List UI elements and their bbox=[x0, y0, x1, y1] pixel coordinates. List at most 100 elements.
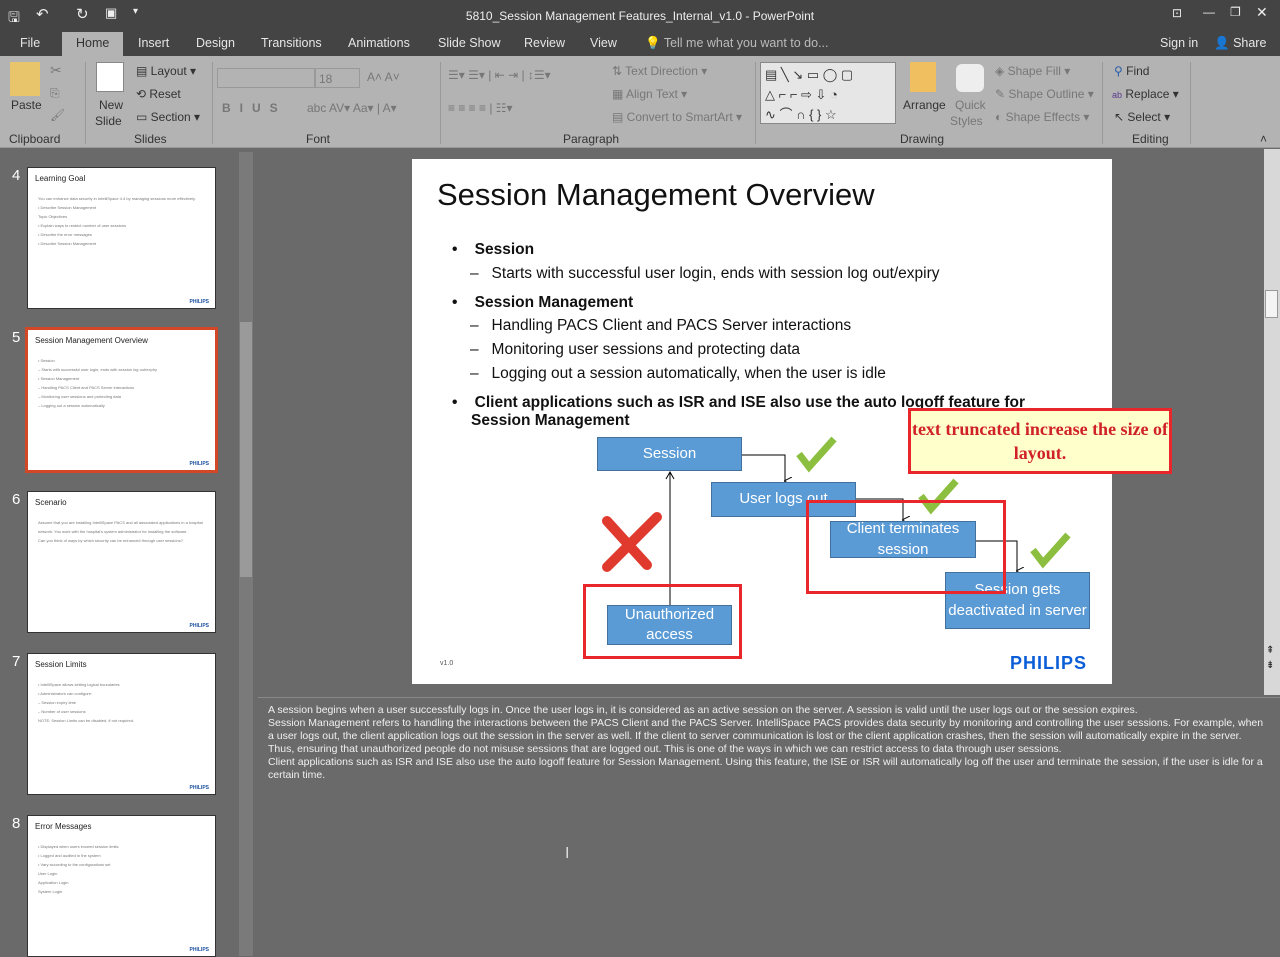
thumbnail-scroll-thumb[interactable] bbox=[240, 322, 252, 577]
thumbnail-text: • IntelliSpace allows setting logical bo… bbox=[38, 682, 120, 687]
new-slide-icon bbox=[96, 62, 124, 92]
close-icon[interactable]: ✕ bbox=[1256, 4, 1268, 21]
text-direction-label: Text Direction bbox=[625, 64, 698, 78]
layout-button[interactable]: ▤ Layout ▾ bbox=[136, 64, 196, 78]
share-label: Share bbox=[1233, 36, 1267, 50]
tab-home[interactable]: Home bbox=[62, 32, 124, 56]
ribbon-display-icon[interactable]: ⊡ bbox=[1172, 6, 1182, 20]
notes-paragraph: Session Management refers to handling th… bbox=[268, 717, 1264, 755]
find-button[interactable]: ⚲ Find bbox=[1114, 64, 1149, 78]
group-label-drawing: Drawing bbox=[900, 132, 945, 146]
text-direction-button[interactable]: ⇅ Text Direction ▾ bbox=[612, 64, 707, 78]
thumbnail-text: • Administrators can configure: bbox=[38, 691, 93, 696]
sign-in-link[interactable]: Sign in bbox=[1160, 36, 1198, 50]
reset-button[interactable]: ⟲ Reset bbox=[136, 87, 181, 101]
thumbnail-text: – Starts with successful user login, end… bbox=[38, 367, 157, 372]
cut-icon[interactable]: ✂ bbox=[50, 62, 62, 79]
slide-thumbnail-8[interactable]: Error Messages • Displayed when users exc… bbox=[27, 815, 216, 957]
ribbon-home: Paste ✂ ⎘ 🖌 New Slide ▤ Layout ▾ ⟲ Reset… bbox=[0, 56, 1280, 148]
philips-logo: PHILIPS bbox=[1010, 653, 1088, 673]
thumbnail-logo: PHILIPS bbox=[189, 623, 209, 629]
slide-thumbnail-4[interactable]: Learning Goal You can enhance data securi… bbox=[27, 167, 216, 309]
current-slide[interactable]: Session Management Overview • Session – … bbox=[412, 159, 1172, 684]
thumbnail-title: Session Limits bbox=[35, 660, 87, 669]
slide-number: 6 bbox=[12, 491, 21, 508]
thumbnail-logo: PHILIPS bbox=[189, 947, 209, 953]
tab-file[interactable]: File bbox=[20, 36, 40, 50]
replace-icon: ab bbox=[1112, 90, 1123, 100]
new-slide-button[interactable]: New bbox=[99, 98, 123, 112]
thumbnail-title: Error Messages bbox=[35, 822, 92, 831]
slide-number: 7 bbox=[12, 653, 21, 670]
thumbnail-text: Application Login bbox=[38, 880, 69, 885]
tab-animations[interactable]: Animations bbox=[348, 36, 410, 50]
font-grow-shrink-icons[interactable]: A˄ A˅ bbox=[367, 70, 400, 84]
tab-insert[interactable]: Insert bbox=[138, 36, 169, 50]
check-icon bbox=[796, 436, 837, 473]
thumbnail-text: System Login bbox=[38, 889, 63, 894]
copy-icon[interactable]: ⎘ bbox=[50, 86, 60, 101]
notes-paragraph: Client applications such as ISR and ISE … bbox=[268, 756, 1263, 781]
shape-fill-button[interactable]: ◈ Shape Fill ▾ bbox=[995, 64, 1070, 78]
check-icon bbox=[1030, 532, 1071, 569]
paste-button[interactable]: Paste bbox=[11, 98, 42, 112]
slide-thumbnail-7[interactable]: Session Limits • IntelliSpace allows sett… bbox=[27, 653, 216, 795]
thumbnail-text: • Describe Session Management bbox=[38, 205, 97, 210]
thumbnail-text: User Login bbox=[38, 871, 58, 876]
prev-slide-icon[interactable]: ⇞ bbox=[1266, 645, 1274, 656]
tab-design[interactable]: Design bbox=[196, 36, 235, 50]
thumbnail-text: – Handling PACS Client and PACS Server i… bbox=[38, 385, 135, 390]
replace-button[interactable]: ab Replace ▾ bbox=[1112, 87, 1179, 101]
box-session[interactable]: Session bbox=[597, 437, 742, 471]
slide-scrollbar[interactable] bbox=[1264, 149, 1280, 695]
shape-outline-button[interactable]: ✎ Shape Outline ▾ bbox=[995, 87, 1094, 101]
align-buttons[interactable]: ≡ ≡ ≡ ≡ | ☷▾ bbox=[448, 101, 513, 115]
align-text-button[interactable]: ▦ Align Text ▾ bbox=[612, 87, 687, 101]
select-button[interactable]: ↖ Select ▾ bbox=[1114, 110, 1170, 124]
tab-slide-show[interactable]: Slide Show bbox=[438, 36, 501, 50]
thumbnail-title: Scenario bbox=[35, 498, 67, 507]
slide-scroll-thumb[interactable] bbox=[1265, 290, 1278, 318]
arrange-button[interactable]: Arrange bbox=[903, 98, 946, 112]
next-slide-icon[interactable]: ⇟ bbox=[1266, 660, 1274, 671]
tell-me-search[interactable]: 💡 Tell me what you want to do... bbox=[645, 36, 829, 51]
annotation-callout: text truncated increase the size of layo… bbox=[908, 408, 1172, 474]
quick-styles-label[interactable]: Styles bbox=[950, 114, 983, 128]
shapes-gallery[interactable]: ▤ ╲ ↘ ▭ ◯ ▢ △ ⌐ ⌐ ⇨ ⇩ ◔ ∿ ⌒ ∩ { } ☆ bbox=[760, 62, 896, 124]
cursor-icon: ↖ bbox=[1114, 110, 1125, 124]
layout-label: Layout bbox=[150, 64, 187, 78]
tab-transitions[interactable]: Transitions bbox=[261, 36, 322, 50]
slide-thumbnail-5[interactable]: Session Management Overview • Session – St… bbox=[25, 327, 218, 473]
font-more-buttons[interactable]: abc AV▾ Aa▾ | A▾ bbox=[307, 101, 397, 115]
thumbnail-text: network. You work with the hospital's sy… bbox=[38, 529, 188, 534]
minimize-icon[interactable]: — bbox=[1203, 5, 1215, 19]
format-painter-icon[interactable]: 🖌 bbox=[50, 108, 65, 122]
highlight-rectangle bbox=[806, 500, 1006, 594]
font-name-dropdown[interactable] bbox=[217, 68, 315, 88]
new-slide-label[interactable]: Slide bbox=[95, 114, 122, 128]
quick-styles-icon bbox=[956, 64, 984, 92]
font-size-dropdown[interactable]: 18 bbox=[315, 68, 360, 88]
font-format-buttons[interactable]: BIUS bbox=[222, 101, 287, 115]
select-label: Select bbox=[1127, 110, 1161, 124]
tab-view[interactable]: View bbox=[590, 36, 617, 50]
notes-pane[interactable]: A session begins when a user successfull… bbox=[258, 697, 1280, 956]
quick-styles-button[interactable]: Quick bbox=[955, 98, 986, 112]
list-buttons[interactable]: ☰▾ ☰▾ | ⇤ ⇥ | ↕☰▾ bbox=[448, 68, 551, 82]
group-label-clipboard: Clipboard bbox=[9, 132, 61, 146]
convert-smartart-button[interactable]: ▤ Convert to SmartArt ▾ bbox=[612, 110, 742, 124]
title-bar: 🖫 ↶ ↻ ▣ ▾ 5810_Session Management Featur… bbox=[0, 0, 1280, 32]
thumbnail-text: – Session expiry time bbox=[38, 700, 77, 705]
thumbnail-text: – Number of user sessions bbox=[38, 709, 86, 714]
tab-review[interactable]: Review bbox=[524, 36, 565, 50]
shape-outline-label: Shape Outline bbox=[1008, 87, 1085, 101]
person-icon: 👤 bbox=[1214, 36, 1230, 50]
share-button[interactable]: 👤 Share bbox=[1214, 36, 1266, 51]
shape-effects-button[interactable]: ◐ Shape Effects ▾ bbox=[995, 110, 1089, 124]
restore-icon[interactable]: ❐ bbox=[1230, 5, 1241, 19]
thumbnail-text: – Logging out a session automatically bbox=[38, 403, 105, 408]
section-button[interactable]: ▭ Section ▾ bbox=[136, 110, 200, 124]
collapse-ribbon-icon[interactable]: ˄ bbox=[1260, 132, 1267, 146]
thumbnail-text: Assume that you are installing IntelliSp… bbox=[38, 520, 203, 525]
slide-thumbnail-6[interactable]: Scenario Assume that you are installing I… bbox=[27, 491, 216, 633]
